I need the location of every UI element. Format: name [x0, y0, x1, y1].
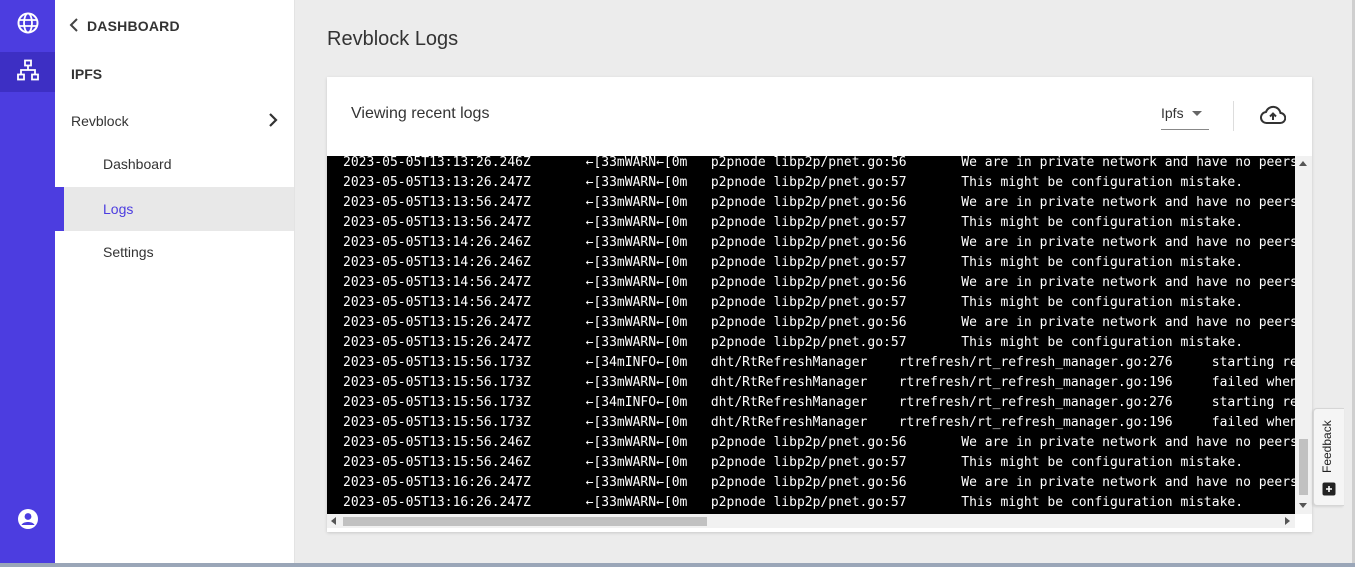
sidebar-item-label: Settings: [103, 244, 154, 260]
rail-item-globe[interactable]: [0, 5, 55, 45]
log-line: 2023-05-05T13:13:26.247Z ←[33mWARN←[0m p…: [343, 175, 1244, 190]
select-value: Ipfs: [1161, 105, 1184, 121]
account-icon: [17, 508, 39, 535]
log-line: 2023-05-05T13:14:56.247Z ←[33mWARN←[0m p…: [343, 295, 1244, 310]
sidebar: DASHBOARD IPFS Revblock Dashboard Logs S…: [55, 0, 295, 567]
network-icon: [16, 59, 39, 86]
sidebar-item-settings[interactable]: Settings: [55, 230, 294, 274]
vertical-scroll-thumb[interactable]: [1299, 439, 1308, 495]
vertical-scrollbar[interactable]: [1295, 156, 1312, 514]
sidebar-item-label: Dashboard: [103, 156, 172, 172]
log-line: 2023-05-05T13:13:26.246Z ←[33mWARN←[0m p…: [343, 156, 1295, 170]
card-heading: Viewing recent logs: [351, 105, 490, 122]
app-rail: [0, 0, 55, 567]
sidebar-section-title: IPFS: [71, 66, 103, 82]
logs-card: Viewing recent logs Ipfs 2023-05-05T13:1…: [327, 77, 1312, 532]
sidebar-group-label: Revblock: [71, 113, 129, 129]
log-line: 2023-05-05T13:15:56.173Z ←[34mINFO←[0m d…: [343, 355, 1295, 370]
cloud-upload-icon: [1260, 105, 1287, 130]
scroll-down-icon[interactable]: [1299, 503, 1307, 508]
log-line: 2023-05-05T13:15:26.247Z ←[33mWARN←[0m p…: [343, 315, 1295, 330]
log-source-select[interactable]: Ipfs: [1161, 105, 1209, 130]
feedback-icon: [1322, 482, 1336, 501]
log-line: 2023-05-05T13:16:26.247Z ←[33mWARN←[0m p…: [343, 495, 1244, 510]
caret-down-icon: [1191, 111, 1202, 116]
rail-item-account[interactable]: [0, 501, 55, 541]
scroll-up-icon[interactable]: [1299, 161, 1307, 166]
back-to-dashboard-link[interactable]: DASHBOARD: [69, 16, 180, 36]
log-line: 2023-05-05T13:16:26.247Z ←[33mWARN←[0m p…: [343, 475, 1295, 490]
log-line: 2023-05-05T13:15:56.246Z ←[33mWARN←[0m p…: [343, 435, 1295, 450]
horizontal-scrollbar[interactable]: [327, 514, 1295, 528]
globe-icon: [16, 11, 40, 40]
log-line: 2023-05-05T13:15:26.247Z ←[33mWARN←[0m p…: [343, 335, 1244, 350]
download-logs-button[interactable]: [1259, 103, 1287, 131]
sidebar-item-logs[interactable]: Logs: [55, 187, 294, 231]
log-line: 2023-05-05T13:13:56.247Z ←[33mWARN←[0m p…: [343, 195, 1295, 210]
back-label: DASHBOARD: [87, 18, 180, 34]
log-line: 2023-05-05T13:15:56.173Z ←[33mWARN←[0m d…: [343, 415, 1295, 430]
chevron-right-icon: [268, 112, 278, 131]
log-line: 2023-05-05T13:15:56.246Z ←[33mWARN←[0m p…: [343, 455, 1244, 470]
horizontal-scroll-thumb[interactable]: [343, 517, 707, 526]
log-line: 2023-05-05T13:14:26.246Z ←[33mWARN←[0m p…: [343, 235, 1295, 250]
log-output[interactable]: 2023-05-05T13:13:26.246Z ←[33mWARN←[0m p…: [327, 156, 1295, 514]
chevron-left-icon: [69, 17, 79, 35]
sidebar-item-label: Logs: [103, 201, 134, 217]
feedback-label: Feedback: [1320, 420, 1334, 473]
sidebar-item-dashboard[interactable]: Dashboard: [55, 142, 294, 186]
log-line: 2023-05-05T13:15:56.173Z ←[34mINFO←[0m d…: [343, 395, 1295, 410]
page-title: Revblock Logs: [327, 28, 459, 50]
scroll-left-icon[interactable]: [331, 517, 336, 525]
rail-item-network[interactable]: [0, 52, 55, 92]
log-line: 2023-05-05T13:14:56.247Z ←[33mWARN←[0m p…: [343, 275, 1295, 290]
log-line: 2023-05-05T13:15:56.173Z ←[33mWARN←[0m d…: [343, 375, 1295, 390]
divider: [1233, 101, 1234, 131]
log-line: 2023-05-05T13:13:56.247Z ←[33mWARN←[0m p…: [343, 215, 1244, 230]
log-line: 2023-05-05T13:14:26.246Z ←[33mWARN←[0m p…: [343, 255, 1244, 270]
taskbar-edge: [0, 563, 1355, 567]
scroll-right-icon[interactable]: [1285, 517, 1290, 525]
feedback-tab[interactable]: Feedback: [1313, 408, 1344, 506]
sidebar-group-revblock[interactable]: Revblock: [55, 101, 294, 141]
